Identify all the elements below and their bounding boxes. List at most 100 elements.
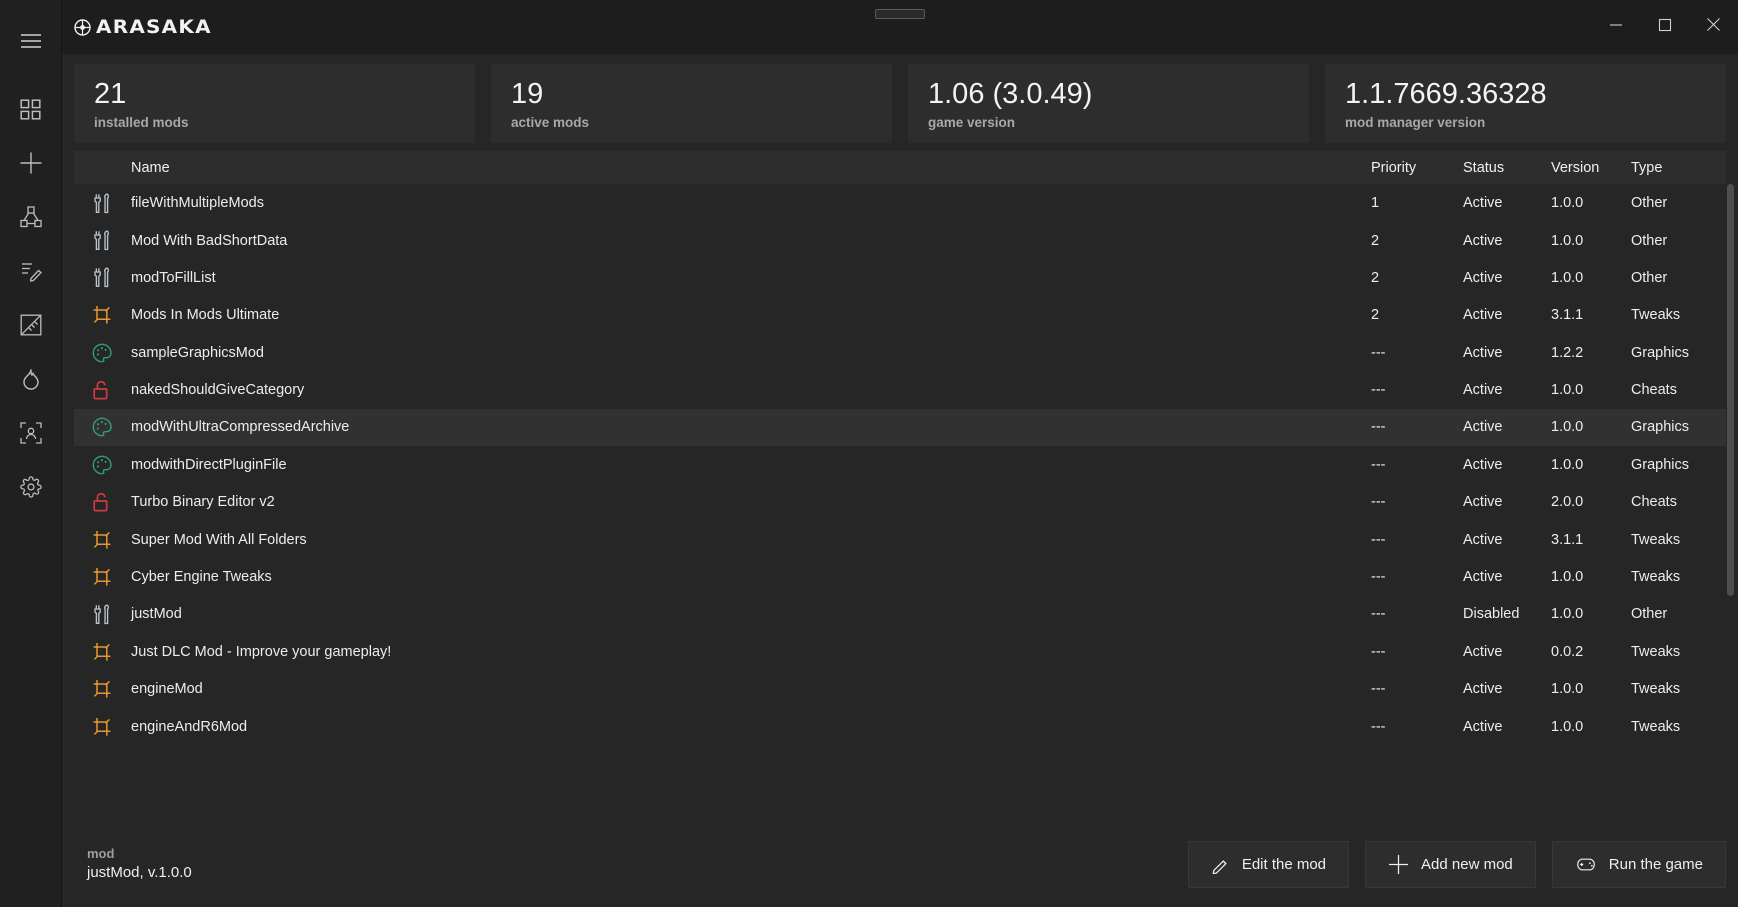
minimize-button[interactable]: [1591, 0, 1640, 54]
cell-status: Active: [1463, 643, 1503, 660]
cell-name: sampleGraphicsMod: [131, 344, 264, 361]
column-header-type[interactable]: Type: [1631, 160, 1726, 176]
cell-version: 1.0.0: [1551, 382, 1584, 399]
cell-priority: ---: [1371, 606, 1386, 623]
sidebar-item-measure[interactable]: [8, 302, 54, 348]
minimize-icon: [1609, 18, 1623, 37]
cell-name: modWithUltraCompressedArchive: [131, 419, 350, 436]
cell-name: modToFillList: [131, 269, 216, 286]
stat-card-game-version: 1.06 (3.0.49) game version: [908, 64, 1309, 144]
selection-info: mod justMod, v.1.0.0: [74, 845, 1188, 884]
sidebar-item-flame[interactable]: [8, 356, 54, 402]
grid-dashboard-icon: [20, 98, 41, 120]
cell-name: Super Mod With All Folders: [131, 531, 307, 548]
window-controls: [1591, 0, 1738, 54]
column-header-status[interactable]: Status: [1463, 160, 1551, 176]
cell-status: Active: [1463, 232, 1503, 249]
cell-version: 1.0.0: [1551, 419, 1584, 436]
table-row[interactable]: modwithDirectPluginFile --- Active 1.0.0 Gra…: [74, 446, 1726, 483]
cell-status: Active: [1463, 269, 1503, 286]
table-row[interactable]: fileWithMultipleMods 1 Active 1.0.0 Other: [74, 184, 1726, 221]
palette-icon: [74, 343, 129, 363]
cell-status: Active: [1463, 681, 1503, 698]
cell-name: engineAndR6Mod: [131, 718, 248, 735]
add-new-mod-label: Add new mod: [1421, 855, 1513, 873]
table-row[interactable]: Mods In Mods Ultimate 2 Active 3.1.1 Tweaks: [74, 297, 1726, 334]
app-logo: ARASAKA: [74, 16, 211, 38]
crop-icon: [74, 717, 129, 737]
cube-node-icon: [19, 206, 42, 228]
cell-priority: ---: [1371, 382, 1386, 399]
table-row[interactable]: nakedShouldGiveCategory --- Active 1.0.0 Che…: [74, 371, 1726, 408]
maximize-icon: [1658, 18, 1672, 37]
selection-value: justMod, v.1.0.0: [87, 864, 192, 882]
table-row[interactable]: Cyber Engine Tweaks --- Active 1.0.0 Tweaks: [74, 558, 1726, 595]
sidebar-item-settings[interactable]: [8, 464, 54, 510]
cell-type: Graphics: [1631, 419, 1690, 436]
cell-priority: 2: [1371, 232, 1380, 249]
table-row[interactable]: Turbo Binary Editor v2 --- Active 2.0.0 Chea…: [74, 484, 1726, 521]
main-area: ARASAKA 21 installed mods 19 active mods…: [62, 0, 1738, 907]
table-row[interactable]: engineAndR6Mod --- Active 1.0.0 Tweaks: [74, 708, 1726, 745]
close-button[interactable]: [1689, 0, 1738, 54]
cell-status: Active: [1463, 382, 1503, 399]
cell-type: Tweaks: [1631, 681, 1681, 698]
edit-the-mod-label: Edit the mod: [1241, 855, 1327, 873]
cell-status: Active: [1463, 419, 1503, 436]
cell-status: Active: [1463, 718, 1503, 735]
scrollbar-thumb[interactable]: [1727, 184, 1734, 597]
run-the-game-button[interactable]: Run the game: [1551, 840, 1726, 888]
sidebar-item-menu[interactable]: [8, 18, 54, 64]
table-scrollbar[interactable]: [1726, 184, 1735, 821]
cell-priority: ---: [1371, 344, 1386, 361]
app-title: ARASAKA: [96, 16, 212, 38]
person-frame-icon: [19, 422, 42, 444]
cell-version: 1.0.0: [1551, 606, 1584, 623]
column-header-priority[interactable]: Priority: [1371, 160, 1463, 176]
cell-version: 1.0.0: [1551, 232, 1584, 249]
sidebar-item-dashboard[interactable]: [8, 86, 54, 132]
sidebar-item-scripts[interactable]: [8, 248, 54, 294]
cell-type: Other: [1631, 195, 1668, 212]
sidebar-item-add[interactable]: [8, 140, 54, 186]
cell-priority: 1: [1371, 195, 1380, 212]
cell-version: 1.0.0: [1551, 269, 1584, 286]
table-row[interactable]: Mod With BadShortData 2 Active 1.0.0 Other: [74, 222, 1726, 259]
stat-label: active mods: [511, 115, 590, 131]
cell-type: Graphics: [1631, 456, 1690, 473]
window-drag-grip[interactable]: [875, 9, 925, 19]
table-row[interactable]: modToFillList 2 Active 1.0.0 Other: [74, 259, 1726, 296]
column-header-version[interactable]: Version: [1551, 160, 1631, 176]
cell-version: 3.1.1: [1551, 531, 1584, 548]
cell-type: Tweaks: [1631, 531, 1681, 548]
sidebar-item-assets[interactable]: [8, 194, 54, 240]
cell-priority: ---: [1371, 569, 1386, 586]
stat-card-mod-manager-version: 1.1.7669.36328 mod manager version: [1325, 64, 1726, 144]
table-row[interactable]: Super Mod With All Folders --- Active 3.1.1…: [74, 521, 1726, 558]
tools-icon: [74, 267, 129, 288]
add-new-mod-button[interactable]: Add new mod: [1365, 840, 1536, 888]
table-row[interactable]: Just DLC Mod - Improve your gameplay! ---…: [74, 633, 1726, 670]
column-header-name[interactable]: Name: [129, 160, 1371, 176]
stat-label: game version: [928, 115, 1016, 131]
stat-label: installed mods: [94, 115, 189, 131]
table-row[interactable]: sampleGraphicsMod --- Active 1.2.2 Graphics: [74, 334, 1726, 371]
footer-actions: Edit the mod Add new mod Run the game: [1187, 840, 1726, 888]
table-row[interactable]: justMod --- Disabled 1.0.0 Other: [74, 596, 1726, 633]
crop-icon: [74, 642, 129, 662]
cell-type: Tweaks: [1631, 718, 1681, 735]
edit-the-mod-button[interactable]: Edit the mod: [1187, 840, 1350, 888]
stat-card-installed-mods: 21 installed mods: [74, 64, 475, 144]
cell-type: Other: [1631, 269, 1668, 286]
maximize-button[interactable]: [1640, 0, 1689, 54]
stat-cards: 21 installed mods 19 active mods 1.06 (3…: [62, 54, 1738, 151]
ruler-icon: [20, 314, 42, 336]
cell-type: Tweaks: [1631, 569, 1681, 586]
stat-card-active-mods: 19 active mods: [491, 64, 892, 144]
sidebar-item-character[interactable]: [8, 410, 54, 456]
stat-label: mod manager version: [1345, 115, 1486, 131]
cell-version: 3.1.1: [1551, 307, 1584, 324]
table-row[interactable]: engineMod --- Active 1.0.0 Tweaks: [74, 671, 1726, 708]
cell-status: Active: [1463, 307, 1503, 324]
table-row[interactable]: modWithUltraCompressedArchive --- Active 1.…: [74, 408, 1726, 447]
